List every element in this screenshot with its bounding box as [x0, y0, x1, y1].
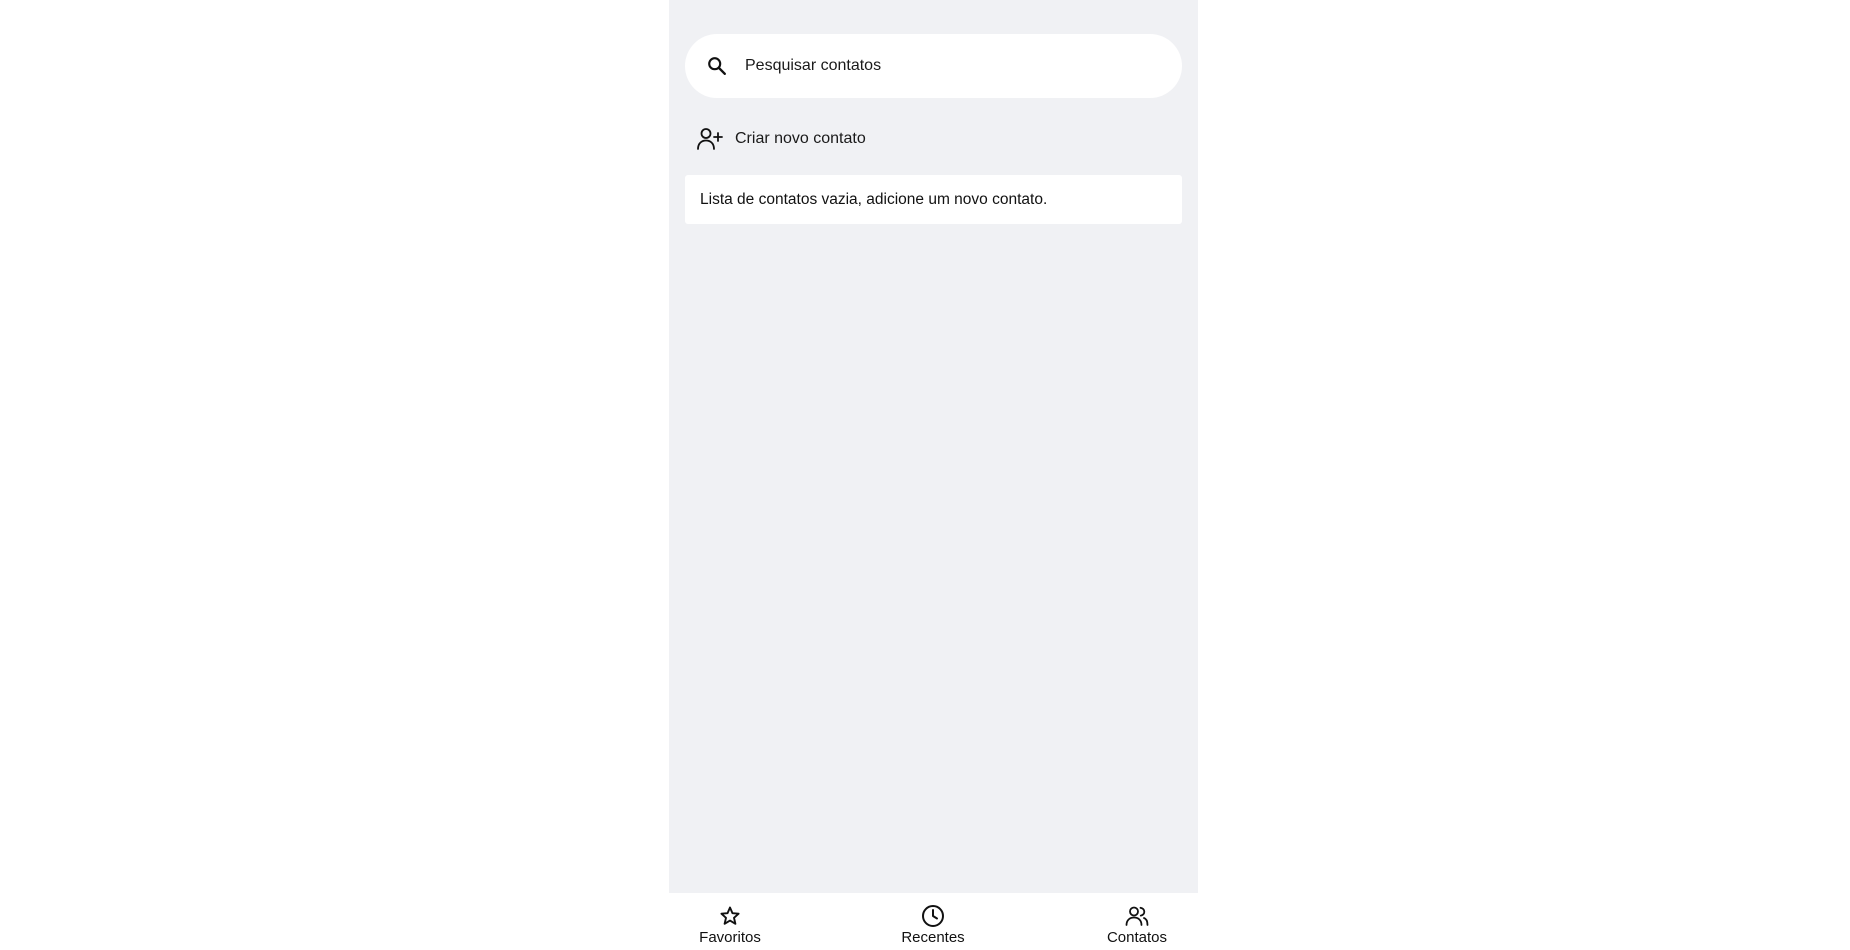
nav-label-favoritos: Favoritos — [699, 929, 761, 946]
nav-label-contatos: Contatos — [1106, 929, 1168, 946]
empty-contacts-message: Lista de contatos vazia, adicione um nov… — [685, 175, 1182, 224]
people-icon — [1124, 903, 1150, 929]
create-contact-label: Criar novo contato — [735, 130, 866, 147]
main-content: Criar novo contato Lista de contatos vaz… — [669, 0, 1198, 893]
nav-label-recentes: Recentes — [901, 929, 965, 946]
search-input[interactable] — [745, 57, 1145, 75]
search-icon — [705, 54, 729, 78]
star-icon — [717, 903, 743, 929]
create-contact-button[interactable]: Criar novo contato — [685, 121, 1182, 157]
nav-item-favoritos[interactable]: Favoritos — [684, 893, 776, 950]
bottom-navigation: Favoritos Recentes Contatos — [669, 893, 1198, 950]
search-bar[interactable] — [685, 34, 1182, 98]
contacts-app: Criar novo contato Lista de contatos vaz… — [669, 0, 1198, 950]
nav-item-recentes[interactable]: Recentes — [887, 893, 979, 950]
clock-icon — [920, 903, 946, 929]
nav-item-contatos[interactable]: Contatos — [1091, 893, 1183, 950]
person-add-icon — [695, 125, 723, 153]
